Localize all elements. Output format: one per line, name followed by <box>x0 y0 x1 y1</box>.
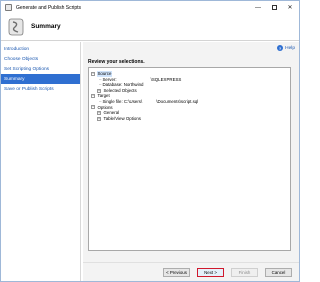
summary-panel: ? Help Review your selections. − Source … <box>83 42 299 262</box>
title-bar: Generate and Publish Scripts — ✕ <box>1 1 299 14</box>
summary-tree[interactable]: − Source – Server: \SQLEXPRESS – Databas… <box>88 67 291 251</box>
sidebar-item-scripting-options[interactable]: Set Scripting Options <box>1 64 80 74</box>
help-label: Help <box>285 45 295 51</box>
page-title: Summary <box>31 23 61 30</box>
expand-icon[interactable]: + <box>97 110 101 115</box>
cancel-button[interactable]: Cancel <box>265 268 292 277</box>
tree-node-table-view-options[interactable]: + Table/View Options <box>91 116 288 122</box>
sidebar-item-summary[interactable]: Summary <box>1 74 80 84</box>
next-button[interactable]: Next > <box>197 268 224 277</box>
close-button[interactable]: ✕ <box>282 1 298 14</box>
finish-button[interactable]: Finish <box>231 268 258 277</box>
collapse-icon[interactable]: − <box>91 105 95 110</box>
minimize-icon: — <box>255 4 261 11</box>
wizard-sidebar: Introduction Choose Objects Set Scriptin… <box>1 42 81 281</box>
collapse-icon[interactable]: − <box>91 94 95 99</box>
app-icon <box>5 4 12 11</box>
expand-icon[interactable]: + <box>97 116 101 121</box>
close-icon: ✕ <box>287 5 293 11</box>
help-link[interactable]: ? Help <box>277 45 295 51</box>
review-heading: Review your selections. <box>88 59 145 65</box>
tree-label-table-view-options: Table/View Options <box>103 115 142 121</box>
sidebar-item-introduction[interactable]: Introduction <box>1 44 80 54</box>
wizard-footer: < Previous Next > Finish Cancel <box>83 262 299 281</box>
minimize-button[interactable]: — <box>250 1 266 14</box>
script-scroll-icon <box>8 18 24 36</box>
expand-icon[interactable]: + <box>97 88 101 93</box>
collapse-icon[interactable]: − <box>91 71 95 76</box>
page-header: Summary <box>1 14 299 41</box>
maximize-icon <box>271 5 277 10</box>
window-title: Generate and Publish Scripts <box>16 4 82 11</box>
sidebar-item-choose-objects[interactable]: Choose Objects <box>1 54 80 64</box>
sidebar-item-save-publish[interactable]: Save or Publish Scripts <box>1 84 80 94</box>
previous-button[interactable]: < Previous <box>163 268 190 277</box>
help-icon: ? <box>277 45 284 51</box>
maximize-button[interactable] <box>266 1 282 14</box>
dialog-window: Generate and Publish Scripts — ✕ Summary… <box>0 0 300 282</box>
